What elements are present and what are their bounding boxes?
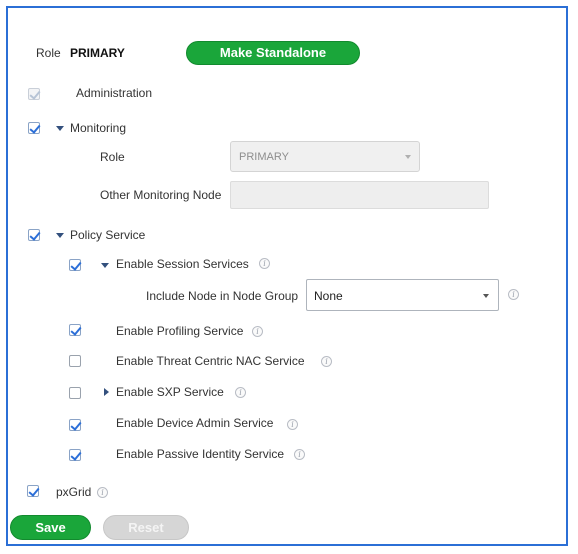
passive-identity-label: Enable Passive Identity Service xyxy=(116,447,285,461)
threat-centric-nac-label: Enable Threat Centric NAC Service xyxy=(116,354,305,368)
node-group-label: Include Node in Node Group xyxy=(146,289,299,303)
other-monitoring-node-input[interactable] xyxy=(230,181,489,209)
chevron-down-icon[interactable] xyxy=(56,126,64,131)
other-monitoring-node-label: Other Monitoring Node xyxy=(100,188,222,202)
info-icon[interactable]: i xyxy=(294,449,305,460)
device-admin-label: Enable Device Admin Service xyxy=(116,416,274,430)
node-group-select[interactable]: None xyxy=(306,279,499,311)
chevron-right-icon[interactable] xyxy=(104,388,109,396)
chevron-down-icon xyxy=(483,294,489,298)
device-admin-checkbox[interactable] xyxy=(69,419,81,431)
sxp-label: Enable SXP Service xyxy=(116,385,224,399)
info-icon[interactable]: i xyxy=(287,419,298,430)
monitoring-role-value: PRIMARY xyxy=(239,151,289,163)
profiling-checkbox[interactable] xyxy=(69,324,81,336)
info-icon[interactable]: i xyxy=(321,356,332,367)
policy-service-checkbox[interactable] xyxy=(28,229,40,241)
chevron-down-icon[interactable] xyxy=(56,233,64,238)
info-icon[interactable]: i xyxy=(235,387,246,398)
chevron-down-icon[interactable] xyxy=(101,263,109,268)
chevron-down-icon xyxy=(405,155,411,159)
node-config-panel: Role PRIMARY Make Standalone Administrat… xyxy=(6,6,568,546)
session-services-checkbox[interactable] xyxy=(69,259,81,271)
pxgrid-checkbox[interactable] xyxy=(27,485,39,497)
pxgrid-label: pxGrid xyxy=(56,485,92,499)
monitoring-role-select[interactable]: PRIMARY xyxy=(230,141,420,172)
profiling-label: Enable Profiling Service xyxy=(116,324,244,338)
administration-label: Administration xyxy=(76,86,153,100)
make-standalone-button[interactable]: Make Standalone xyxy=(186,41,360,65)
threat-centric-nac-checkbox[interactable] xyxy=(69,355,81,367)
sxp-checkbox[interactable] xyxy=(69,387,81,399)
session-services-label: Enable Session Services xyxy=(116,257,249,271)
monitoring-checkbox[interactable] xyxy=(28,122,40,134)
administration-checkbox[interactable] xyxy=(28,88,40,100)
role-label: Role xyxy=(36,46,61,60)
save-button[interactable]: Save xyxy=(10,515,91,540)
passive-identity-checkbox[interactable] xyxy=(69,449,81,461)
node-group-value: None xyxy=(314,289,343,303)
info-icon[interactable]: i xyxy=(252,326,263,337)
info-icon[interactable]: i xyxy=(97,487,108,498)
reset-button[interactable]: Reset xyxy=(103,515,189,540)
policy-service-label: Policy Service xyxy=(70,228,146,242)
monitoring-label: Monitoring xyxy=(70,121,127,135)
info-icon[interactable]: i xyxy=(259,258,270,269)
role-value: PRIMARY xyxy=(70,46,125,60)
info-icon[interactable]: i xyxy=(508,289,519,300)
monitoring-role-label: Role xyxy=(100,150,125,164)
